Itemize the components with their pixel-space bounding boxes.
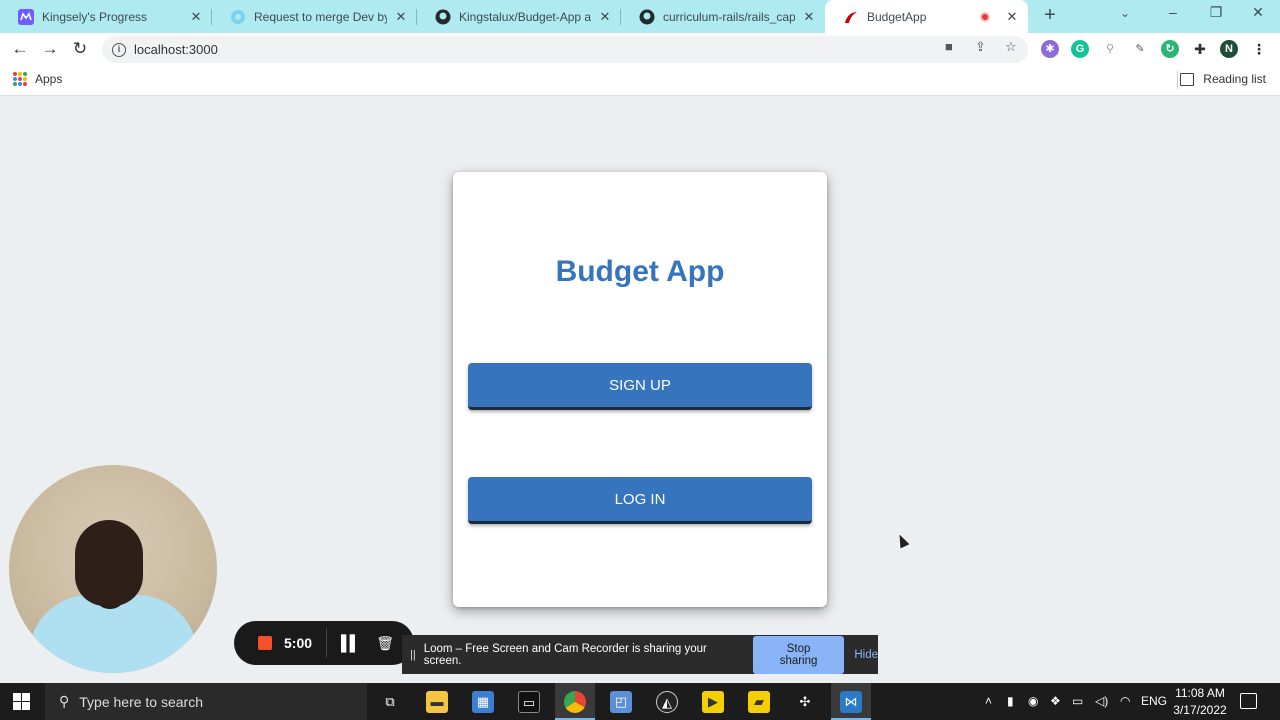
- slack-icon[interactable]: ✣: [794, 691, 816, 713]
- photos-icon[interactable]: ◭: [656, 691, 678, 713]
- mouse-cursor-icon: [893, 530, 911, 550]
- address-bar[interactable]: i localhost:3000: [102, 36, 1028, 63]
- welcome-card: Budget App SIGN UP LOG IN: [453, 172, 827, 607]
- page-title: Budget App: [555, 255, 725, 288]
- recording-indicator-icon: [980, 11, 990, 22]
- reading-list-icon: [1180, 72, 1195, 86]
- camera-icon[interactable]: ■: [945, 39, 953, 54]
- apps-shortcut[interactable]: Apps: [13, 72, 62, 86]
- windows-taskbar: ⚲ Type here to search ⧉ ▬ ▦ ▭ ◰ ◭ ▶ ▰ ✣ …: [0, 683, 1280, 720]
- stop-recording-button[interactable]: [258, 636, 272, 650]
- stop-sharing-button[interactable]: Stop sharing: [752, 635, 845, 674]
- extension-2-icon[interactable]: ↻: [1161, 40, 1179, 58]
- tab-kingsely-progress[interactable]: Kingsely's Progress ✕: [0, 0, 212, 33]
- media-player-icon[interactable]: ▶: [702, 691, 724, 713]
- puzzle-extensions-icon[interactable]: ✚: [1191, 40, 1209, 58]
- back-button[interactable]: ←: [8, 37, 32, 61]
- minimize-button[interactable]: –: [1153, 4, 1193, 20]
- tab-strip: Kingsely's Progress ✕ Request to merge D…: [0, 0, 1280, 33]
- microphone-icon[interactable]: ▮: [1007, 694, 1014, 708]
- share-icon[interactable]: ⇪: [975, 39, 986, 55]
- tab-budgetapp[interactable]: BudgetApp ✕: [825, 0, 1028, 33]
- bookmark-star-icon[interactable]: ☆: [1005, 39, 1017, 55]
- github-icon: [639, 9, 655, 25]
- windows-start-button[interactable]: [13, 693, 30, 710]
- reading-list-button[interactable]: Reading list: [1180, 72, 1266, 86]
- rails-icon: [843, 9, 859, 25]
- reload-button[interactable]: ↻: [68, 37, 92, 61]
- language-indicator[interactable]: ENG: [1141, 694, 1167, 708]
- hide-banner-link[interactable]: Hide: [854, 649, 878, 661]
- close-icon[interactable]: ✕: [597, 9, 613, 25]
- grammarly-icon[interactable]: G: [1071, 40, 1089, 58]
- remote-desktop-icon[interactable]: ◰: [610, 691, 632, 713]
- new-tab-button[interactable]: +: [1038, 4, 1062, 28]
- sign-up-button[interactable]: SIGN UP: [468, 363, 812, 410]
- tray-overflow-icon[interactable]: ˄: [985, 694, 992, 708]
- file-explorer-icon[interactable]: ▬: [426, 691, 448, 713]
- terminal-icon[interactable]: ▭: [518, 691, 540, 713]
- tray-app-icon[interactable]: ◉: [1028, 694, 1038, 708]
- apps-grid-icon: [13, 72, 27, 86]
- volume-icon[interactable]: ◁): [1095, 694, 1108, 708]
- tab-merge-request[interactable]: Request to merge Dev by Kin ✕: [212, 0, 417, 33]
- log-in-button[interactable]: LOG IN: [468, 477, 812, 524]
- network-icon[interactable]: ▭: [1072, 694, 1083, 708]
- chrome-icon[interactable]: [564, 691, 586, 713]
- site-info-icon[interactable]: i: [112, 42, 126, 57]
- menu-kebab-icon[interactable]: ⋮: [1250, 40, 1268, 58]
- drag-handle-icon[interactable]: ||: [410, 649, 416, 661]
- eyedropper-icon[interactable]: ✎: [1131, 40, 1149, 58]
- task-view-icon[interactable]: ⧉: [379, 691, 401, 713]
- pause-icon[interactable]: ▌▌: [341, 635, 360, 652]
- extension-1-icon[interactable]: ✱: [1041, 40, 1059, 58]
- window-close-button[interactable]: ✕: [1238, 4, 1278, 21]
- tab-search-chevron-icon[interactable]: ⌄: [1120, 6, 1130, 20]
- trash-icon[interactable]: 🗑: [376, 635, 394, 652]
- restore-button[interactable]: ❐: [1196, 4, 1236, 21]
- notifications-icon[interactable]: [1240, 693, 1257, 709]
- wifi-icon[interactable]: ◠: [1120, 694, 1130, 708]
- magnifier-extension-icon[interactable]: ⚲: [1101, 40, 1119, 58]
- search-icon: ⚲: [59, 693, 70, 709]
- sticky-notes-icon[interactable]: ▰: [748, 691, 770, 713]
- system-clock[interactable]: 11:08 AM 3/17/2022: [1170, 685, 1230, 719]
- share-message: Loom – Free Screen and Cam Recorder is s…: [423, 642, 707, 667]
- webcam-bubble[interactable]: [9, 465, 217, 673]
- microverse-icon: [18, 8, 34, 25]
- forward-button[interactable]: →: [38, 37, 62, 61]
- github-icon: [435, 9, 451, 25]
- close-icon[interactable]: ✕: [393, 9, 409, 25]
- close-icon[interactable]: ✕: [801, 9, 817, 25]
- store-icon[interactable]: ▦: [472, 691, 494, 713]
- taskbar-search-box[interactable]: ⚲ Type here to search: [45, 683, 367, 720]
- close-icon[interactable]: ✕: [1004, 9, 1020, 25]
- recording-controls: 5:00 ▌▌ 🗑: [234, 621, 414, 665]
- bookmarks-bar: Apps Reading list: [0, 65, 1280, 96]
- tab-budget-app-repo[interactable]: Kingstalux/Budget-App at de ✕: [417, 0, 621, 33]
- vscode-icon[interactable]: ⋈: [840, 691, 862, 713]
- screen-share-banner: || Loom – Free Screen and Cam Recorder i…: [402, 635, 878, 674]
- recording-timer: 5:00: [284, 635, 313, 651]
- dropbox-icon[interactable]: ❖: [1050, 694, 1061, 708]
- github-pr-icon: [230, 9, 246, 25]
- tab-curriculum-rails[interactable]: curriculum-rails/rails_capstone ✕: [621, 0, 825, 33]
- close-icon[interactable]: ✕: [188, 9, 204, 25]
- profile-avatar[interactable]: N: [1220, 40, 1238, 58]
